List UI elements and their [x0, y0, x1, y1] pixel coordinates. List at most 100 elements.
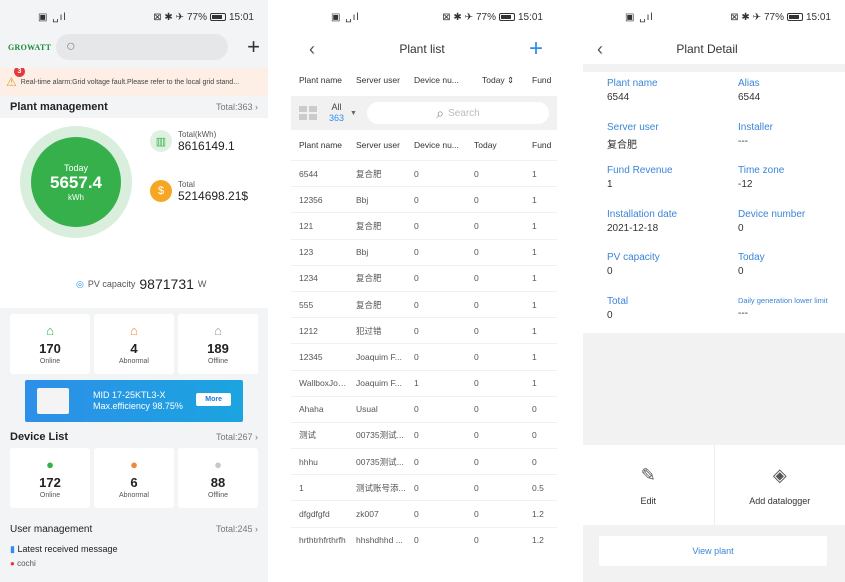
table-row[interactable]: 1234 复合肥 0 0 1: [291, 264, 557, 291]
user-management-header[interactable]: User management Total:245 ›: [0, 518, 268, 540]
table-row[interactable]: 12356 Bbj 0 0 1: [291, 186, 557, 212]
field-value: 0: [607, 266, 613, 277]
table-row[interactable]: 6544 复合肥 0 0 1: [291, 160, 557, 186]
col-header[interactable]: Fund: [524, 75, 554, 85]
grid-view-icon[interactable]: [299, 106, 317, 120]
plant-offline-card[interactable]: ⌂ 189 Offline: [178, 314, 258, 374]
house-abnormal-icon: ⌂: [130, 323, 138, 338]
field-label: PV capacity: [607, 252, 660, 263]
table-row[interactable]: WallboxJoa... Joaquim F... 1 0 1: [291, 369, 557, 396]
table-cell: 0: [414, 168, 419, 179]
alarm-banner[interactable]: ⚠ 3 Real-time alarm:Grid voltage fault.Pl…: [0, 68, 268, 96]
table-cell: 0: [474, 247, 479, 258]
table-row[interactable]: 1 测试账号添... 0 0 0.5: [291, 474, 557, 500]
banner-more-button[interactable]: More: [196, 393, 231, 406]
table-cell: 0: [474, 325, 479, 336]
detail-field: PV capacity 0: [583, 246, 714, 290]
table-row[interactable]: dfgdfgfd zk007 0 0 1.2: [291, 500, 557, 526]
plant-management-header[interactable]: Plant management Total:363 ›: [0, 96, 268, 118]
section-title: Plant management: [10, 101, 108, 113]
table-row[interactable]: 555 复合肥 0 0 1: [291, 290, 557, 317]
search-bar[interactable]: ○: [56, 34, 228, 60]
field-label: Today: [738, 252, 765, 263]
table-row[interactable]: 测试 00735测试... 0 0 0: [291, 421, 557, 448]
total-revenue: $ Total 5214698.21$: [150, 180, 248, 203]
table-header-sticky: Plant name Server user Device nu... Toda…: [291, 64, 557, 96]
field-label: Installation date: [607, 208, 678, 220]
plant-online-card[interactable]: ⌂ 170 Online: [10, 314, 90, 374]
col-header[interactable]: Device nu...: [406, 75, 466, 85]
field-value: 6544: [738, 92, 761, 103]
device-list-header[interactable]: Device List Total:267 ›: [0, 426, 268, 448]
field-value: 复合肥: [607, 139, 637, 151]
table-cell: 0: [414, 299, 419, 310]
total-energy-value: 8616149.1: [178, 139, 235, 153]
battery-percent: 77%: [186, 11, 207, 23]
table-cell: 1: [532, 220, 537, 231]
plant-filter-select[interactable]: All 363: [329, 102, 344, 124]
bolt-online-icon: ●: [46, 457, 54, 472]
table-row[interactable]: 123 Bbj 0 0 1: [291, 238, 557, 265]
add-datalogger-button[interactable]: ◈ Add datalogger: [713, 445, 845, 525]
field-label: Alias: [738, 78, 760, 89]
detail-field: Installer ---: [714, 116, 845, 160]
table-row[interactable]: 1212 犯过错 0 0 1: [291, 317, 557, 343]
field-value: ---: [738, 135, 748, 147]
view-plant-button[interactable]: View plant: [599, 536, 827, 566]
signal-icon: ▣ ␣ıl: [331, 11, 360, 23]
table-row[interactable]: Ahaha Usual 0 0 0: [291, 395, 557, 422]
page-title: Plant Detail: [676, 42, 738, 56]
detail-field: Alias 6544: [714, 72, 845, 116]
search-input[interactable]: ⌕ Search: [366, 102, 549, 124]
col-header[interactable]: Today ⇕: [466, 75, 524, 86]
detail-actions: ✎ Edit ◈ Add datalogger: [583, 445, 845, 525]
table-row[interactable]: hrthtrhfrthrfh hhshdhhd ... 0 0 1.2: [291, 526, 557, 553]
status-bar: ▣ ␣ıl ⊠ ✱ ✈ 77% 15:01: [0, 0, 268, 34]
today-unit: kWh: [68, 192, 84, 202]
plant-abnormal-card[interactable]: ⌂ 4 Abnormal: [94, 314, 174, 374]
total-energy: ▥ Total(kWh) 8616149.1: [150, 130, 235, 153]
search-icon: ○: [66, 38, 76, 55]
table-row[interactable]: 12345 Joaquim F... 0 0 1: [291, 343, 557, 369]
table-cell: 0: [414, 430, 419, 441]
table-cell: 0: [474, 220, 479, 231]
field-label: Plant name: [607, 78, 658, 89]
table-cell: 1212: [299, 325, 318, 336]
table-cell: 1: [532, 194, 537, 205]
table-row[interactable]: 121 复合肥 0 0 1: [291, 212, 557, 238]
col-header[interactable]: Plant name: [291, 75, 348, 85]
device-offline-card[interactable]: ● 88 Offline: [178, 448, 258, 508]
device-abnormal-card[interactable]: ● 6 Abnormal: [94, 448, 174, 508]
edit-button[interactable]: ✎ Edit: [583, 445, 714, 525]
table-cell: zk007: [356, 509, 379, 520]
col-header[interactable]: Server user: [348, 75, 406, 85]
detail-field: Today 0: [714, 246, 845, 290]
table-cell: 00735测试...: [356, 430, 404, 441]
latest-message[interactable]: ▮ Latest received message: [0, 540, 268, 559]
alarm-lamp-icon: ⚠ 3: [6, 68, 25, 89]
signal-icon: ▣ ␣ıl: [625, 11, 654, 23]
table-cell: 0: [474, 404, 479, 415]
promo-banner[interactable]: MID 17-25KTL3-X Max.efficiency 98.75% Mo…: [25, 380, 243, 422]
device-online-card[interactable]: ● 172 Online: [10, 448, 90, 508]
field-value: 6544: [607, 92, 630, 103]
add-icon[interactable]: +: [228, 34, 260, 60]
battery-icon: [786, 13, 803, 21]
back-icon[interactable]: ‹: [309, 39, 315, 60]
table-cell: 0: [414, 325, 419, 336]
table-cell: 0: [474, 509, 479, 520]
red-dot-icon: ●: [10, 559, 15, 568]
table-cell: 0: [474, 168, 479, 179]
plant-status-stats: ⌂ 170 Online ⌂ 4 Abnormal ⌂ 189 Offline: [0, 308, 268, 374]
add-plant-icon[interactable]: +: [529, 37, 543, 61]
table-row[interactable]: hhhu 00735测试... 0 0 0: [291, 448, 557, 474]
message-item[interactable]: ● cochi: [0, 559, 268, 572]
bolt-abnormal-icon: ●: [130, 457, 138, 472]
table-cell: 复合肥: [356, 273, 382, 284]
detail-field: Device number 0: [714, 203, 845, 247]
table-cell: hrthtrhfrthrfh: [299, 535, 346, 546]
home-screen: ▣ ␣ıl ⊠ ✱ ✈ 77% 15:01 GROWATT ○ + ⚠ 3 Rea…: [0, 0, 268, 582]
table-cell: Bbj: [356, 247, 369, 258]
chevron-down-icon[interactable]: ▼: [350, 110, 357, 117]
inverter-image: [37, 388, 69, 414]
